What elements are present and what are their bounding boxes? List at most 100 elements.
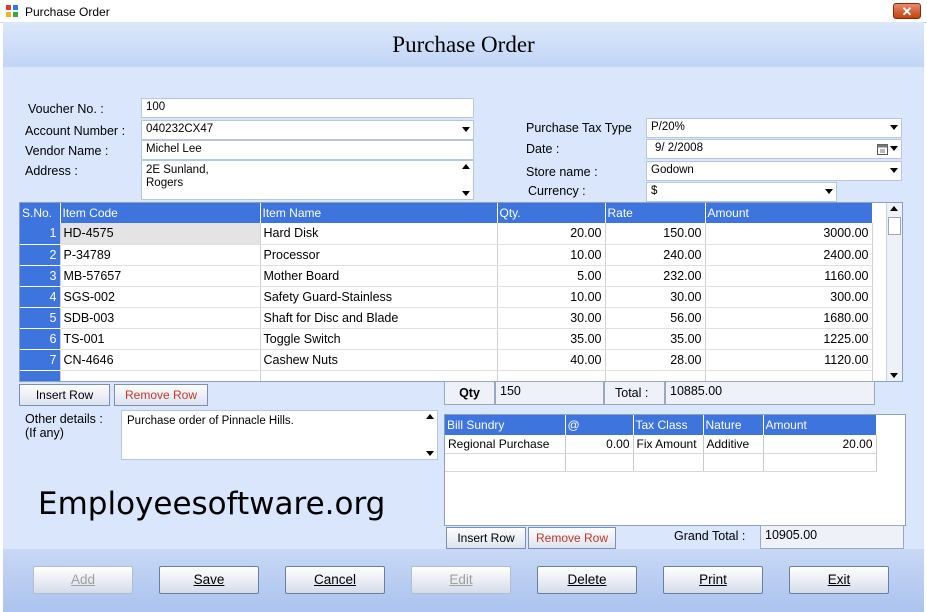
col-header-item-code[interactable]: Item Code	[60, 203, 261, 223]
col-header-item-name[interactable]: Item Name	[260, 203, 498, 223]
item-code-cell[interactable]: SDB-003	[60, 307, 261, 329]
qty-cell[interactable]: 10.00	[497, 286, 606, 308]
store-select[interactable]: Godown	[646, 161, 902, 181]
empty-cell[interactable]	[565, 453, 634, 472]
scroll-up-icon[interactable]	[426, 414, 434, 419]
empty-cell[interactable]	[703, 453, 764, 472]
table-row[interactable]: 4 SGS-002 Safety Guard-Stainless 10.00 3…	[20, 286, 873, 308]
item-name-cell[interactable]: Toggle Switch	[260, 328, 498, 350]
item-name-cell[interactable]: Safety Guard-Stainless	[260, 286, 498, 308]
table-row[interactable]: 6 TS-001 Toggle Switch 35.00 35.00 1225.…	[20, 328, 873, 350]
rate-cell[interactable]: 232.00	[605, 265, 706, 287]
row-number[interactable]: 2	[20, 244, 61, 266]
item-name-cell[interactable]: Mother Board	[260, 265, 498, 287]
col-header-bill-amount[interactable]: Amount	[763, 415, 877, 435]
print-button[interactable]: Print	[663, 566, 763, 594]
bill-rate-cell[interactable]: 0.00	[565, 435, 634, 454]
amount-cell[interactable]: 300.00	[705, 286, 873, 308]
rate-cell[interactable]: 240.00	[605, 244, 706, 266]
other-details-textarea[interactable]: Purchase order of Pinnacle Hills.	[121, 410, 438, 460]
table-row-empty[interactable]	[445, 453, 877, 472]
exit-button[interactable]: Exit	[789, 566, 889, 594]
row-number[interactable]: 1	[20, 223, 61, 245]
item-code-cell[interactable]: CN-4646	[60, 349, 261, 371]
voucher-input[interactable]: 100	[141, 98, 474, 118]
col-header-amount[interactable]: Amount	[705, 203, 873, 223]
col-header-rate[interactable]: Rate	[605, 203, 706, 223]
close-button[interactable]: ✕	[893, 3, 921, 19]
col-header-tax-class[interactable]: Tax Class	[633, 415, 704, 435]
scroll-up-icon[interactable]	[462, 164, 470, 169]
date-picker[interactable]: 9/ 2/2008	[646, 139, 902, 159]
rate-cell[interactable]: 150.00	[605, 223, 706, 245]
bill-insert-row-button[interactable]: Insert Row	[446, 527, 526, 549]
amount-cell[interactable]: 3000.00	[705, 223, 873, 245]
chevron-down-icon[interactable]	[890, 146, 898, 151]
row-number[interactable]: 6	[20, 328, 61, 350]
rate-cell[interactable]: 56.00	[605, 307, 706, 329]
scroll-down-icon[interactable]	[462, 191, 470, 196]
chevron-down-icon[interactable]	[462, 127, 470, 132]
amount-cell[interactable]: 1225.00	[705, 328, 873, 350]
amount-cell[interactable]: 1680.00	[705, 307, 873, 329]
col-header-nature[interactable]: Nature	[703, 415, 764, 435]
scroll-down-icon[interactable]	[426, 451, 434, 456]
edit-button[interactable]: Edit	[411, 566, 511, 594]
table-row[interactable]: 7 CN-4646 Cashew Nuts 40.00 28.00 1120.0…	[20, 349, 873, 371]
address-textarea[interactable]: 2E Sunland, Rogers	[141, 160, 474, 200]
add-button[interactable]: Add	[33, 566, 133, 594]
bill-sundry-panel[interactable]: Bill Sundry @ Tax Class Nature Amount Re…	[444, 414, 906, 526]
scroll-up-icon[interactable]	[890, 206, 898, 211]
remove-row-button[interactable]: Remove Row	[114, 384, 208, 406]
account-select[interactable]: 040232CX47	[141, 120, 474, 140]
empty-cell[interactable]	[763, 453, 877, 472]
vendor-input[interactable]: Michel Lee	[141, 140, 474, 160]
item-code-cell[interactable]: MB-57657	[60, 265, 261, 287]
cancel-button[interactable]: Cancel	[285, 566, 385, 594]
col-header-at[interactable]: @	[565, 415, 634, 435]
table-row[interactable]: 3 MB-57657 Mother Board 5.00 232.00 1160…	[20, 265, 873, 287]
item-code-cell[interactable]: TS-001	[60, 328, 261, 350]
table-row[interactable]: 1 HD-4575 Hard Disk 20.00 150.00 3000.00	[20, 223, 873, 245]
insert-row-button[interactable]: Insert Row	[19, 384, 110, 406]
delete-button[interactable]: Delete	[537, 566, 637, 594]
amount-cell[interactable]: 1120.00	[705, 349, 873, 371]
bill-remove-row-button[interactable]: Remove Row	[528, 527, 616, 549]
items-grid[interactable]: S.No. Item Code Item Name Qty. Rate Amou…	[19, 202, 903, 382]
row-number[interactable]: 5	[20, 307, 61, 329]
row-number[interactable]: 7	[20, 349, 61, 371]
col-header-bill-sundry[interactable]: Bill Sundry	[445, 415, 566, 435]
item-name-cell[interactable]: Cashew Nuts	[260, 349, 498, 371]
tax-type-select[interactable]: P/20%	[646, 118, 902, 138]
item-name-cell[interactable]: Hard Disk	[260, 223, 498, 245]
save-button[interactable]: Save	[159, 566, 259, 594]
rate-cell[interactable]: 28.00	[605, 349, 706, 371]
row-number[interactable]: 3	[20, 265, 61, 287]
table-row[interactable]: 2 P-34789 Processor 10.00 240.00 2400.00	[20, 244, 873, 266]
calendar-icon[interactable]	[877, 143, 888, 155]
empty-cell[interactable]	[60, 370, 261, 381]
qty-cell[interactable]: 30.00	[497, 307, 606, 329]
row-number-empty[interactable]	[20, 370, 61, 381]
row-number[interactable]: 4	[20, 286, 61, 308]
bill-amount-cell[interactable]: 20.00	[763, 435, 877, 454]
amount-cell[interactable]: 1160.00	[705, 265, 873, 287]
rate-cell[interactable]: 30.00	[605, 286, 706, 308]
rate-cell[interactable]: 35.00	[605, 328, 706, 350]
item-name-cell[interactable]: Shaft for Disc and Blade	[260, 307, 498, 329]
qty-cell[interactable]: 35.00	[497, 328, 606, 350]
amount-cell[interactable]: 2400.00	[705, 244, 873, 266]
col-header-sno[interactable]: S.No.	[20, 203, 61, 223]
col-header-qty[interactable]: Qty.	[497, 203, 606, 223]
chevron-down-icon[interactable]	[890, 125, 898, 130]
qty-cell[interactable]: 5.00	[497, 265, 606, 287]
other-details-scrollbar[interactable]	[423, 411, 437, 459]
item-code-cell[interactable]: SGS-002	[60, 286, 261, 308]
address-scrollbar[interactable]	[459, 161, 473, 199]
tax-class-cell[interactable]: Fix Amount	[633, 435, 704, 454]
item-code-cell[interactable]: P-34789	[60, 244, 261, 266]
qty-cell[interactable]: 10.00	[497, 244, 606, 266]
qty-cell[interactable]: 40.00	[497, 349, 606, 371]
chevron-down-icon[interactable]	[890, 168, 898, 173]
item-code-cell[interactable]: HD-4575	[60, 223, 261, 245]
